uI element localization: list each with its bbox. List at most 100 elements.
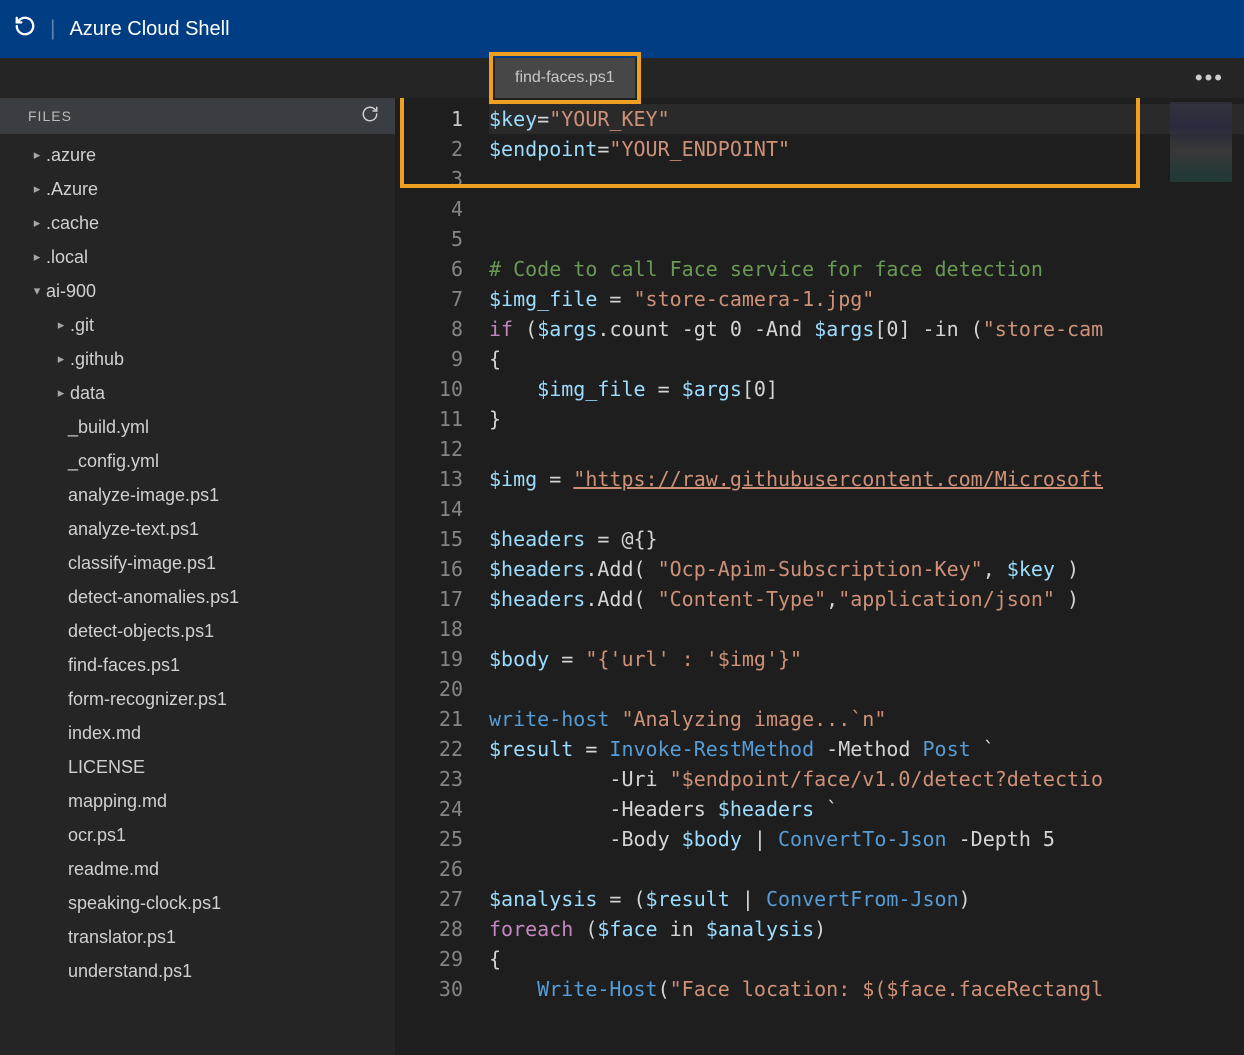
line-number: 20 [395, 674, 463, 704]
code-line[interactable]: $key="YOUR_KEY" [489, 104, 1244, 134]
line-number: 2 [395, 134, 463, 164]
file-tree-item[interactable]: ▸.Azure [0, 172, 395, 206]
file-tree-item[interactable]: translator.ps1 [0, 920, 395, 954]
chevron-right-icon[interactable]: ▸ [52, 385, 70, 401]
code-line[interactable]: -Headers $headers ` [489, 794, 1244, 824]
code-line[interactable] [489, 494, 1244, 524]
chevron-right-icon[interactable]: ▸ [52, 351, 70, 367]
file-tree-item[interactable]: LICENSE [0, 750, 395, 784]
code-line[interactable]: $headers.Add( "Ocp-Apim-Subscription-Key… [489, 554, 1244, 584]
code-line[interactable] [489, 614, 1244, 644]
file-tree-item[interactable]: ▸data [0, 376, 395, 410]
file-tree-item[interactable]: readme.md [0, 852, 395, 886]
code-line[interactable] [489, 224, 1244, 254]
file-tree-item[interactable]: ▸.azure [0, 138, 395, 172]
file-tree-item[interactable]: ▾ai-900 [0, 274, 395, 308]
code-line[interactable]: $img = "https://raw.githubusercontent.co… [489, 464, 1244, 494]
chevron-down-icon[interactable]: ▾ [28, 283, 46, 299]
file-tree-item-label: .github [70, 349, 124, 370]
file-tree-item[interactable]: ▸.git [0, 308, 395, 342]
code-line[interactable]: $body = "{'url' : '$img'}" [489, 644, 1244, 674]
line-number: 3 [395, 164, 463, 194]
line-number: 18 [395, 614, 463, 644]
file-tree-item-label: .git [70, 315, 94, 336]
file-tree[interactable]: ▸.azure▸.Azure▸.cache▸.local▾ai-900▸.git… [0, 134, 395, 1055]
code-line[interactable]: $analysis = ($result | ConvertFrom-Json) [489, 884, 1244, 914]
file-tree-item-label: speaking-clock.ps1 [68, 893, 221, 914]
file-tree-item-label: readme.md [68, 859, 159, 880]
line-number: 28 [395, 914, 463, 944]
file-tree-item[interactable]: analyze-text.ps1 [0, 512, 395, 546]
file-tree-item[interactable]: speaking-clock.ps1 [0, 886, 395, 920]
code-line[interactable] [489, 164, 1244, 194]
more-icon[interactable]: ••• [1195, 65, 1224, 91]
file-tree-item-label: find-faces.ps1 [68, 655, 180, 676]
editor-tab[interactable]: find-faces.ps1 [495, 58, 635, 98]
minimap[interactable] [1170, 102, 1232, 182]
line-number: 27 [395, 884, 463, 914]
file-tree-item[interactable]: ocr.ps1 [0, 818, 395, 852]
code-line[interactable]: if ($args.count -gt 0 -And $args[0] -in … [489, 314, 1244, 344]
app-title: Azure Cloud Shell [69, 18, 229, 41]
file-tree-item[interactable]: detect-objects.ps1 [0, 614, 395, 648]
line-number: 10 [395, 374, 463, 404]
file-tree-item-label: index.md [68, 723, 141, 744]
code-line[interactable]: $img_file = $args[0] [489, 374, 1244, 404]
code-line[interactable]: Write-Host("Face location: $($face.faceR… [489, 974, 1244, 1004]
chevron-right-icon[interactable]: ▸ [52, 317, 70, 333]
code-line[interactable]: # Code to call Face service for face det… [489, 254, 1244, 284]
code-line[interactable] [489, 854, 1244, 884]
code-line[interactable]: { [489, 944, 1244, 974]
titlebar: | Azure Cloud Shell [0, 0, 1244, 58]
line-number: 25 [395, 824, 463, 854]
line-number: 30 [395, 974, 463, 1004]
code-line[interactable]: $result = Invoke-RestMethod -Method Post… [489, 734, 1244, 764]
refresh-icon[interactable] [361, 105, 379, 128]
file-tree-item[interactable]: mapping.md [0, 784, 395, 818]
line-number: 8 [395, 314, 463, 344]
file-tree-item[interactable]: ▸.github [0, 342, 395, 376]
code-line[interactable] [489, 434, 1244, 464]
file-tree-item[interactable]: analyze-image.ps1 [0, 478, 395, 512]
file-tree-item[interactable]: find-faces.ps1 [0, 648, 395, 682]
file-tree-item[interactable]: detect-anomalies.ps1 [0, 580, 395, 614]
line-number: 11 [395, 404, 463, 434]
line-number: 15 [395, 524, 463, 554]
chevron-right-icon[interactable]: ▸ [28, 147, 46, 163]
line-number: 5 [395, 224, 463, 254]
restart-icon[interactable] [14, 15, 36, 43]
file-tree-item-label: _config.yml [68, 451, 159, 472]
file-tree-item[interactable]: form-recognizer.ps1 [0, 682, 395, 716]
code-line[interactable]: foreach ($face in $analysis) [489, 914, 1244, 944]
file-tree-item[interactable]: _build.yml [0, 410, 395, 444]
code-line[interactable]: -Body $body | ConvertTo-Json -Depth 5 [489, 824, 1244, 854]
code-line[interactable]: write-host "Analyzing image...`n" [489, 704, 1244, 734]
code-line[interactable]: $headers.Add( "Content-Type","applicatio… [489, 584, 1244, 614]
files-header: FILES [0, 98, 395, 134]
file-tree-item-label: .cache [46, 213, 99, 234]
code-line[interactable]: $img_file = "store-camera-1.jpg" [489, 284, 1244, 314]
code-line[interactable] [489, 674, 1244, 704]
code-line[interactable]: $endpoint="YOUR_ENDPOINT" [489, 134, 1244, 164]
chevron-right-icon[interactable]: ▸ [28, 215, 46, 231]
file-tree-item[interactable]: classify-image.ps1 [0, 546, 395, 580]
chevron-right-icon[interactable]: ▸ [28, 249, 46, 265]
code-line[interactable]: $headers = @{} [489, 524, 1244, 554]
file-tree-item[interactable]: _config.yml [0, 444, 395, 478]
chevron-right-icon[interactable]: ▸ [28, 181, 46, 197]
line-number-gutter: 1234567891011121314151617181920212223242… [395, 98, 489, 1055]
code-line[interactable]: -Uri "$endpoint/face/v1.0/detect?detecti… [489, 764, 1244, 794]
file-tree-item[interactable]: understand.ps1 [0, 954, 395, 988]
code-line[interactable] [489, 194, 1244, 224]
code-editor[interactable]: 1234567891011121314151617181920212223242… [395, 98, 1244, 1055]
main: FILES ▸.azure▸.Azure▸.cache▸.local▾ai-90… [0, 98, 1244, 1055]
code-line[interactable]: { [489, 344, 1244, 374]
code-content[interactable]: $key="YOUR_KEY"$endpoint="YOUR_ENDPOINT"… [489, 98, 1244, 1055]
titlebar-separator: | [50, 17, 55, 41]
file-tree-item[interactable]: ▸.local [0, 240, 395, 274]
file-tree-item[interactable]: ▸.cache [0, 206, 395, 240]
code-line[interactable]: } [489, 404, 1244, 434]
files-sidebar: FILES ▸.azure▸.Azure▸.cache▸.local▾ai-90… [0, 98, 395, 1055]
file-tree-item[interactable]: index.md [0, 716, 395, 750]
line-number: 12 [395, 434, 463, 464]
